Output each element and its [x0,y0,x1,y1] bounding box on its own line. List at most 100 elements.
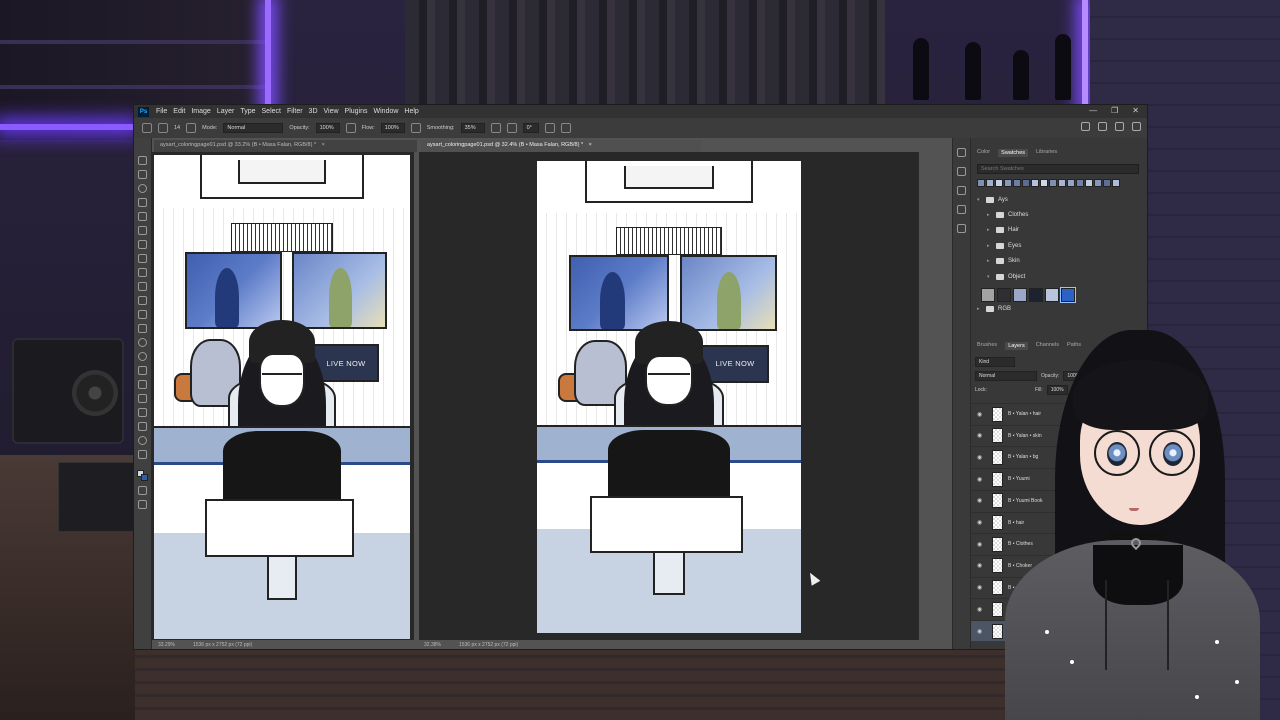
quick-mask-icon[interactable] [138,486,147,495]
menu-help[interactable]: Help [401,108,421,115]
move-tool-icon[interactable] [138,156,147,165]
swatch[interactable] [977,179,985,187]
brush-size[interactable]: 14 [174,125,180,131]
swatch[interactable] [1040,179,1048,187]
color-swatches[interactable] [137,470,148,481]
history-icon[interactable] [957,148,966,157]
menu-filter[interactable]: Filter [284,108,306,115]
swatch[interactable] [1022,179,1030,187]
chevron-right-icon[interactable]: ▸ [987,212,992,218]
swatch-group-ays[interactable]: ▾ Ays [977,197,1008,203]
swatch-group-object[interactable]: ▾ Object [987,274,1025,280]
menu-plugins[interactable]: Plugins [342,108,371,115]
menu-3d[interactable]: 3D [306,108,321,115]
chevron-right-icon[interactable]: ▸ [987,227,992,233]
swatch[interactable] [1049,179,1057,187]
brush-settings-icon[interactable] [957,224,966,233]
lasso-tool-icon[interactable] [138,184,147,193]
hand-tool-icon[interactable] [138,422,147,431]
tab-close-icon[interactable]: × [322,142,325,148]
eyedropper-tool-icon[interactable] [138,240,147,249]
tab-color[interactable]: Color [977,149,990,157]
document-canvas-left[interactable]: LIVE NOW [152,152,414,640]
chevron-right-icon[interactable]: ▸ [977,306,982,312]
chevron-right-icon[interactable]: ▸ [987,243,992,249]
menu-layer[interactable]: Layer [214,108,238,115]
stamp-tool-icon[interactable] [138,282,147,291]
background-color[interactable] [141,474,148,481]
swatch-group-clothes[interactable]: ▸ Clothes [987,212,1028,218]
chevron-down-icon[interactable]: ▾ [987,274,992,280]
swatch[interactable] [1013,179,1021,187]
smoothing-settings-icon[interactable] [490,123,501,133]
swatch[interactable] [1076,179,1084,187]
tab-swatches[interactable]: Swatches [998,149,1029,157]
marquee-tool-icon[interactable] [138,170,147,179]
menu-select[interactable]: Select [259,108,284,115]
dodge-tool-icon[interactable] [138,352,147,361]
tab-libraries[interactable]: Libraries [1036,149,1057,157]
share-icon[interactable] [1132,122,1141,131]
swatch[interactable] [1029,288,1043,302]
menu-edit[interactable]: Edit [170,108,188,115]
brush-settings-icon[interactable] [186,123,197,133]
brush-preset-icon[interactable] [158,123,168,133]
swatch[interactable] [1013,288,1027,302]
history-brush-tool-icon[interactable] [138,296,147,305]
mode-select[interactable]: Normal [223,123,284,133]
pen-tool-icon[interactable] [138,366,147,375]
zoom-level[interactable]: 32.38% [424,642,441,648]
swatch[interactable] [986,179,994,187]
swatch[interactable] [1112,179,1120,187]
adjustments-icon[interactable] [957,167,966,176]
crop-tool-icon[interactable] [138,212,147,221]
swatch[interactable] [1004,179,1012,187]
brush-tool-icon[interactable] [138,268,147,277]
zoom-level[interactable]: 33.29% [158,642,175,648]
swatch[interactable] [1045,288,1059,302]
gradient-tool-icon[interactable] [138,324,147,333]
menu-view[interactable]: View [321,108,342,115]
frame-tool-icon[interactable] [138,226,147,235]
menu-type[interactable]: Type [237,108,258,115]
screen-mode-icon[interactable] [138,500,147,509]
home-icon[interactable] [142,123,152,133]
swatch[interactable] [1058,179,1066,187]
tools-preset-icon[interactable] [957,205,966,214]
color-wheel-icon[interactable] [957,186,966,195]
menu-file[interactable]: File [153,108,170,115]
airbrush-icon[interactable] [410,123,421,133]
symmetry-icon[interactable] [560,123,571,133]
swatch-group-skin[interactable]: ▸ Skin [987,258,1020,264]
smoothing-field[interactable]: 35% [460,123,485,133]
swatch[interactable] [1094,179,1102,187]
minimize-button[interactable]: — [1089,106,1097,115]
search-icon[interactable] [1098,122,1107,131]
close-button[interactable]: ✕ [1132,106,1139,115]
learn-icon[interactable] [1081,122,1090,131]
path-select-tool-icon[interactable] [138,394,147,403]
pressure-size-icon[interactable] [544,123,555,133]
swatch[interactable] [995,179,1003,187]
chevron-down-icon[interactable]: ▾ [977,197,982,203]
type-tool-icon[interactable] [138,380,147,389]
menu-image[interactable]: Image [188,108,213,115]
swatch[interactable] [1103,179,1111,187]
opacity-field[interactable]: 100% [315,123,340,133]
quick-select-tool-icon[interactable] [138,198,147,207]
chevron-right-icon[interactable]: ▸ [987,258,992,264]
flow-field[interactable]: 100% [380,123,405,133]
swatch-group-rgb[interactable]: ▸ RGB [977,306,1011,312]
swatch[interactable] [1060,287,1076,303]
maximize-button[interactable]: ❐ [1111,106,1118,115]
workspace-icon[interactable] [1115,122,1124,131]
rectangle-tool-icon[interactable] [138,408,147,417]
swatch-group-hair[interactable]: ▸ Hair [987,227,1019,233]
angle-field[interactable]: 0° [522,123,539,133]
healing-tool-icon[interactable] [138,254,147,263]
swatch[interactable] [997,288,1011,302]
swatch[interactable] [1067,179,1075,187]
swatch[interactable] [1085,179,1093,187]
eraser-tool-icon[interactable] [138,310,147,319]
swatch[interactable] [1031,179,1039,187]
